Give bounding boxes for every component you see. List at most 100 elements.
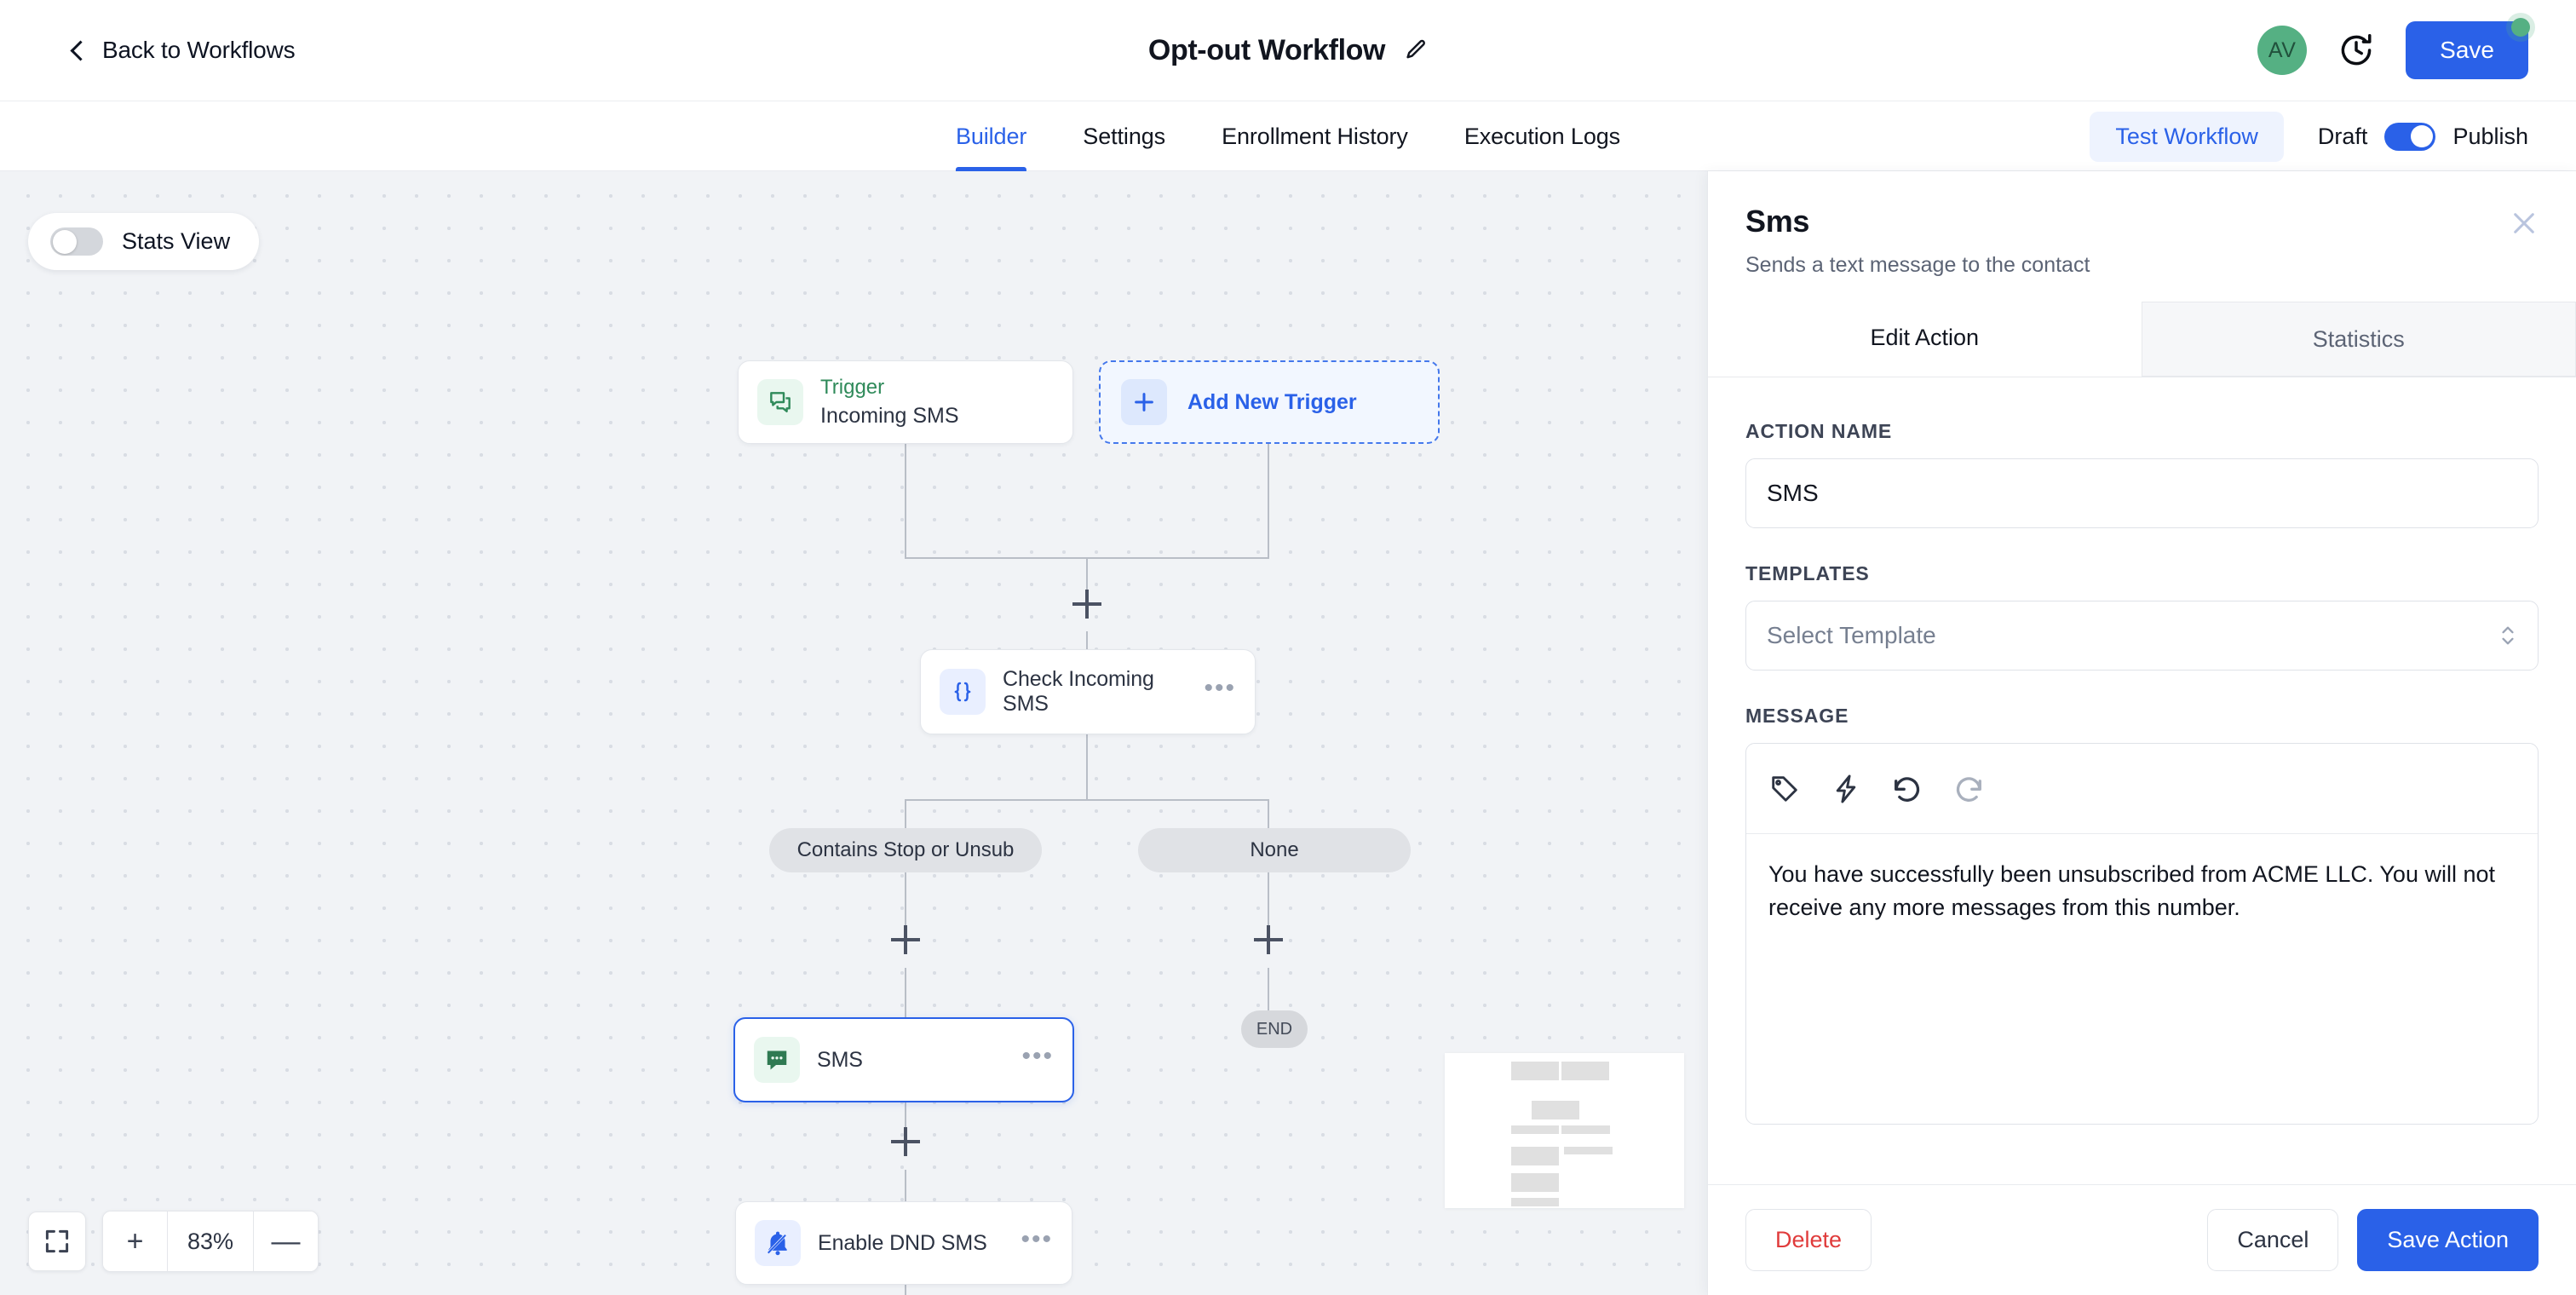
pencil-icon[interactable] — [1404, 38, 1428, 62]
page-title: Opt-out Workflow — [1147, 33, 1386, 66]
add-step-handle-after-sms[interactable] — [891, 1127, 920, 1156]
delete-button[interactable]: Delete — [1745, 1209, 1872, 1271]
save-action-button[interactable]: Save Action — [2357, 1209, 2539, 1271]
app-header: Back to Workflows Opt-out Workflow AV Sa… — [0, 0, 2576, 101]
minimap-node — [1564, 1147, 1613, 1154]
action-detail-panel: Sms Sends a text message to the contact … — [1707, 171, 2576, 1295]
publish-toggle[interactable] — [2384, 122, 2436, 151]
add-step-handle-stop-branch[interactable] — [891, 925, 920, 954]
message-editor: You have successfully been unsubscribed … — [1745, 743, 2539, 1125]
message-label: MESSAGE — [1745, 705, 1849, 727]
editor-toolbar — [1746, 744, 2538, 834]
tab-settings[interactable]: Settings — [1083, 101, 1165, 171]
minimap-node — [1511, 1125, 1559, 1134]
workflow-node-trigger[interactable]: Trigger Incoming SMS — [738, 360, 1073, 444]
chat-bubble-icon — [757, 379, 803, 425]
zoom-control-group: + 83% — — [102, 1211, 319, 1272]
template-select[interactable]: Select Template — [1745, 601, 2539, 671]
back-to-workflows-link[interactable]: Back to Workflows — [68, 37, 296, 64]
connector-dnd-to-plus — [905, 1285, 906, 1295]
connector-plus-to-dnd — [905, 1170, 906, 1202]
sms-node-label: SMS — [817, 1047, 863, 1072]
workflow-node-check-incoming-sms[interactable]: Check Incoming SMS ••• — [920, 649, 1256, 734]
end-node-none-branch: END — [1241, 1010, 1308, 1048]
lightning-bolt-icon[interactable] — [1830, 773, 1862, 805]
plus-icon — [1121, 379, 1167, 425]
ellipsis-icon[interactable]: ••• — [1021, 1044, 1054, 1071]
draft-label: Draft — [2317, 123, 2368, 149]
tabbar-actions: Test Workflow Draft Publish — [2090, 101, 2528, 171]
back-to-workflows-label: Back to Workflows — [102, 37, 296, 63]
tab-builder[interactable]: Builder — [955, 101, 1027, 171]
zoom-level-value: 83% — [187, 1228, 234, 1254]
undo-icon[interactable] — [1891, 773, 1923, 805]
tab-enrollment-history[interactable]: Enrollment History — [1222, 101, 1408, 171]
connector-plus-to-sms — [905, 968, 906, 1019]
branch-label-contains-stop-or-unsub[interactable]: Contains Stop or Unsub — [769, 828, 1042, 872]
add-step-handle-top[interactable] — [1072, 590, 1101, 619]
workflow-title-group: Opt-out Workflow — [1148, 34, 1428, 67]
add-new-trigger-button[interactable]: Add New Trigger — [1099, 360, 1440, 444]
panel-footer: Delete Cancel Save Action — [1708, 1184, 2576, 1295]
avatar[interactable]: AV — [2257, 26, 2308, 75]
connector-split-right — [1268, 799, 1269, 830]
panel-title: Sms — [1745, 204, 1810, 239]
add-new-trigger-label: Add New Trigger — [1187, 389, 1357, 414]
check-node-label: Check Incoming SMS — [1003, 667, 1154, 716]
tag-icon[interactable] — [1768, 773, 1801, 805]
message-field: MESSAGE You have successfully been unsub… — [1745, 705, 2539, 1125]
canvas-minimap[interactable] — [1445, 1053, 1684, 1208]
message-textarea[interactable]: You have successfully been unsubscribed … — [1746, 834, 2538, 1124]
tab-edit-action[interactable]: Edit Action — [1708, 302, 2142, 377]
workflow-canvas[interactable]: Stats View Trigger Incoming SMS Add New … — [0, 171, 1707, 1295]
tab-execution-logs[interactable]: Execution Logs — [1464, 101, 1620, 171]
zoom-in-button[interactable]: + — [103, 1212, 167, 1271]
test-workflow-button[interactable]: Test Workflow — [2090, 111, 2284, 162]
connector-check-split — [905, 799, 1269, 801]
action-name-label: ACTION NAME — [1745, 420, 1893, 442]
dnd-node-label: Enable DND SMS — [818, 1230, 987, 1255]
publish-toggle-group: Draft Publish — [2317, 122, 2528, 151]
minimap-node — [1511, 1062, 1559, 1080]
save-button-wrapper: Save — [2406, 13, 2535, 79]
template-select-placeholder: Select Template — [1767, 622, 1936, 648]
workflow-node-sms[interactable]: SMS ••• — [733, 1017, 1074, 1102]
publish-label: Publish — [2452, 123, 2528, 149]
canvas-zoom-controls: + 83% — — [28, 1211, 319, 1272]
stats-view-switch[interactable] — [50, 227, 103, 256]
tab-statistics[interactable]: Statistics — [2141, 302, 2576, 377]
unsaved-changes-indicator — [2506, 13, 2535, 42]
code-braces-icon — [940, 669, 986, 715]
trigger-node-title: Trigger — [820, 376, 885, 399]
panel-header: Sms Sends a text message to the contact — [1708, 171, 2576, 302]
chevron-left-icon — [68, 41, 87, 60]
ellipsis-icon[interactable]: ••• — [1204, 676, 1236, 703]
stats-view-label: Stats View — [122, 228, 231, 254]
connector-addtrigger-down — [1268, 444, 1269, 559]
zoom-out-button[interactable]: — — [254, 1212, 318, 1271]
action-name-input[interactable] — [1745, 458, 2539, 528]
panel-body: ACTION NAME TEMPLATES Select Template ME… — [1708, 377, 2576, 1184]
panel-subtitle: Sends a text message to the contact — [1745, 253, 2090, 277]
workflow-node-enable-dnd-sms[interactable]: Enable DND SMS ••• — [735, 1201, 1072, 1285]
sms-chat-icon — [754, 1037, 800, 1083]
workflow-tabbar: Builder Settings Enrollment History Exec… — [0, 101, 2576, 171]
templates-label: TEMPLATES — [1745, 562, 1870, 584]
ellipsis-icon[interactable]: ••• — [1021, 1227, 1053, 1254]
minimap-node — [1561, 1062, 1609, 1080]
branch-label-none[interactable]: None — [1138, 828, 1411, 872]
connector-split-left — [905, 799, 906, 830]
minimap-node — [1532, 1101, 1579, 1119]
stats-view-toggle[interactable]: Stats View — [28, 213, 260, 270]
add-step-handle-none-branch[interactable] — [1254, 925, 1283, 954]
clock-history-icon[interactable] — [2337, 32, 2375, 69]
fullscreen-expand-icon[interactable] — [28, 1212, 86, 1271]
connector-plus-to-end-right — [1268, 968, 1269, 1014]
minimap-node — [1511, 1147, 1559, 1166]
redo-icon[interactable] — [1952, 773, 1985, 805]
bell-slash-icon — [755, 1220, 801, 1266]
action-name-field: ACTION NAME — [1745, 420, 2539, 528]
cancel-button[interactable]: Cancel — [2207, 1209, 2339, 1271]
templates-field: TEMPLATES Select Template — [1745, 562, 2539, 671]
close-icon[interactable] — [2508, 207, 2540, 239]
